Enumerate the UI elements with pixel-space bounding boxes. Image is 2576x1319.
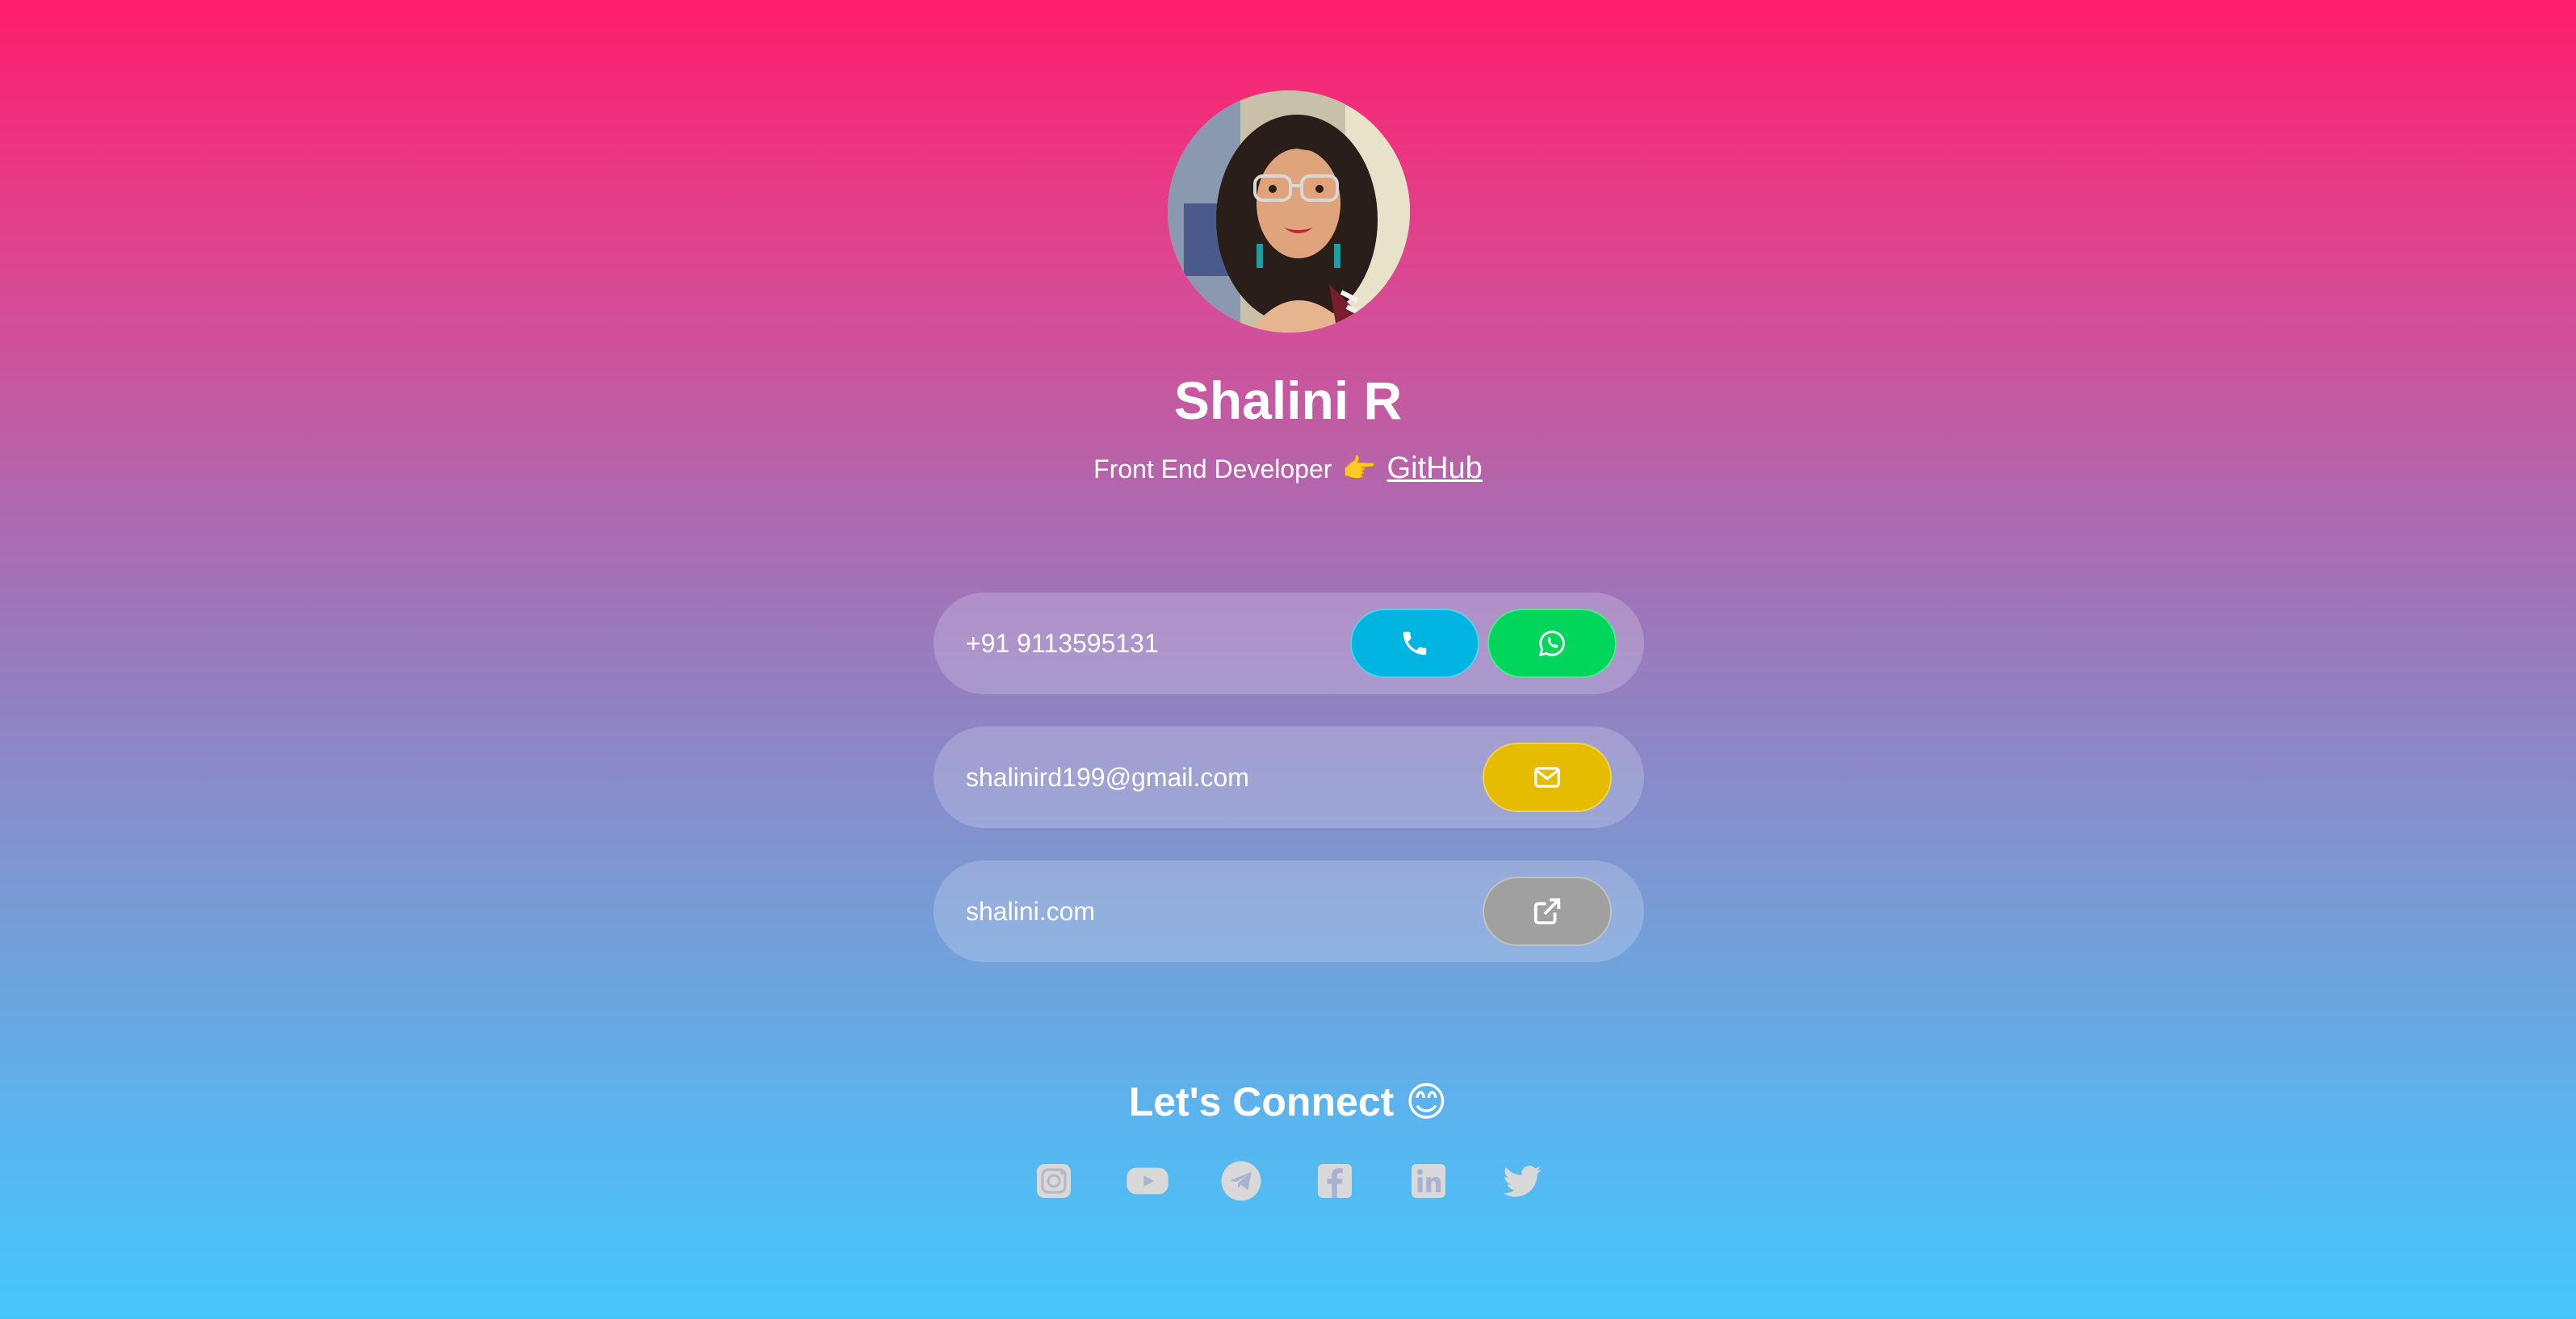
connect-heading: Let's Connect 😊 [0,1074,2576,1130]
website-card: shalini.com [933,860,1644,962]
website-url: shalini.com [966,897,1096,926]
email-card: shalinird199@gmail.com [933,726,1644,828]
social-links [0,1156,2576,1206]
email-button[interactable] [1483,743,1612,812]
facebook-link[interactable] [1310,1156,1360,1206]
telegram-link[interactable] [1216,1156,1266,1206]
phone-card: +91 9113595131 [933,593,1644,694]
whatsapp-button[interactable] [1487,609,1617,678]
instagram-link[interactable] [1029,1156,1079,1206]
profile-tagline: Front End Developer 👉 GitHub [0,449,2576,488]
connect-heading-text: Let's Connect [1128,1079,1395,1124]
youtube-link[interactable] [1122,1156,1173,1206]
phone-number: +91 9113595131 [966,629,1159,658]
twitter-icon [1503,1166,1542,1197]
phone-icon [1403,631,1427,655]
pointing-hand-emoji: 👉 [1342,454,1377,484]
linkedin-icon [1412,1164,1445,1198]
telegram-icon [1221,1161,1261,1201]
whatsapp-icon [1538,630,1565,657]
github-link[interactable]: GitHub [1387,451,1483,485]
profile-name: Shalini R [1173,371,1403,430]
profile-role: Front End Developer [1093,454,1332,484]
open-website-button[interactable] [1483,877,1612,946]
profile-photo [1168,90,1410,333]
smiling-face-emoji: 😊 [1405,1079,1448,1124]
instagram-icon [1037,1164,1071,1198]
facebook-icon [1318,1164,1352,1198]
external-link-icon [1533,898,1561,925]
email-address: shalinird199@gmail.com [966,763,1249,792]
youtube-icon [1126,1167,1168,1195]
twitter-link[interactable] [1497,1156,1547,1206]
envelope-icon [1534,767,1560,788]
call-button[interactable] [1350,609,1479,678]
linkedin-link[interactable] [1403,1156,1454,1206]
